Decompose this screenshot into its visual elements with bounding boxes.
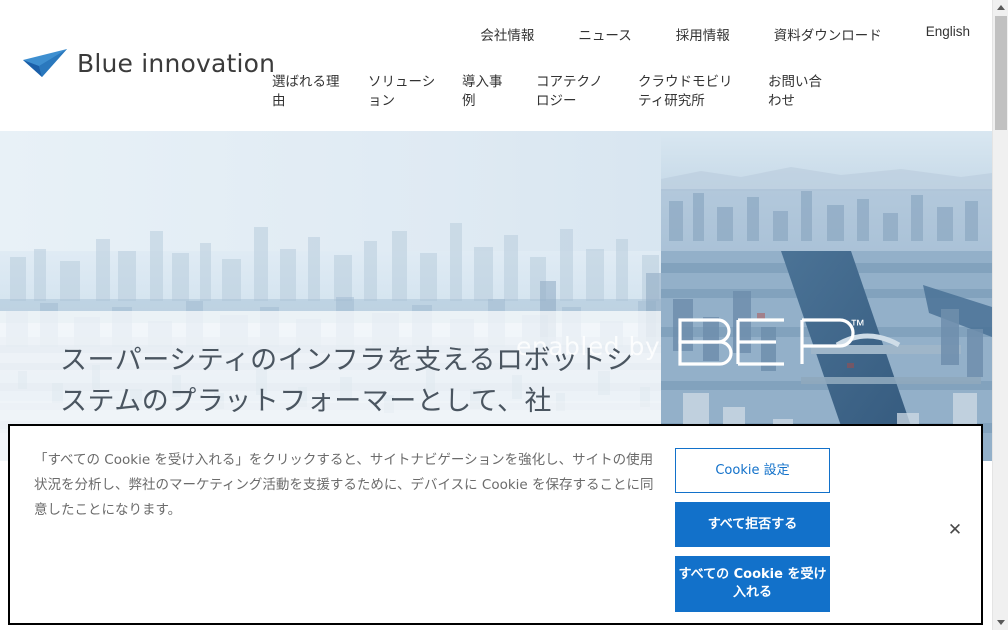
- main-nav-item-solutions[interactable]: ソリューション: [368, 72, 438, 110]
- utility-nav: 会社情報 ニュース 採用情報 資料ダウンロード English: [480, 24, 970, 44]
- paper-plane-logo-icon: [23, 49, 67, 77]
- main-nav-item-why-us[interactable]: 選ばれる理由: [272, 72, 344, 110]
- triangle-up-icon: [996, 5, 1005, 10]
- vertical-scrollbar[interactable]: [992, 0, 1008, 630]
- hero-headline: スーパーシティのインフラを支えるロボットシステムのプラットフォーマーとして、社: [60, 345, 634, 417]
- brand-name: Blue innovation: [77, 48, 276, 78]
- utility-nav-item-english[interactable]: English: [926, 24, 970, 39]
- cookie-settings-button[interactable]: Cookie 設定: [675, 448, 830, 493]
- browser-page: Blue innovation 会社情報 ニュース 採用情報 資料ダウンロード …: [0, 0, 1008, 630]
- utility-nav-item-company[interactable]: 会社情報: [480, 24, 534, 44]
- site-logo[interactable]: Blue innovation: [22, 46, 275, 80]
- close-icon[interactable]: ✕: [944, 518, 966, 540]
- hero-aerial-photo: [661, 131, 992, 461]
- cookie-consent-banner: 「すべての Cookie を受け入れる」をクリックすると、サイトナビゲーションを…: [8, 424, 983, 625]
- bep-wordmark-icon: ™: [678, 317, 865, 366]
- main-nav-item-core-technology[interactable]: コアテクノロジー: [536, 72, 614, 110]
- cookie-accept-all-button[interactable]: すべての Cookie を受け入れる: [675, 556, 830, 612]
- main-nav: 選ばれる理由 ソリューション 導入事例 コアテクノロジー クラウドモビリティ研究…: [272, 72, 972, 110]
- triangle-down-icon: [996, 620, 1005, 625]
- cookie-reject-all-button[interactable]: すべて拒否する: [675, 502, 830, 547]
- main-nav-item-contact[interactable]: お問い合わせ: [768, 72, 826, 110]
- main-nav-item-cloud-mobility-lab[interactable]: クラウドモビリティ研究所: [638, 72, 744, 110]
- cookie-consent-message: 「すべての Cookie を受け入れる」をクリックすると、サイトナビゲーションを…: [34, 452, 654, 518]
- page-viewport: Blue innovation 会社情報 ニュース 採用情報 資料ダウンロード …: [0, 0, 992, 630]
- utility-nav-item-downloads[interactable]: 資料ダウンロード: [774, 24, 882, 44]
- scrollbar-thumb[interactable]: [995, 16, 1007, 130]
- site-header: Blue innovation 会社情報 ニュース 採用情報 資料ダウンロード …: [0, 0, 992, 131]
- cookie-button-group: Cookie 設定 すべて拒否する すべての Cookie を受け入れる: [675, 448, 835, 612]
- utility-nav-item-news[interactable]: ニュース: [578, 24, 631, 44]
- scroll-down-arrow-icon[interactable]: [993, 615, 1008, 630]
- hero-section: enabled by ™ スーパーシティのインフラを支えるロボットシステムのプラ…: [0, 131, 992, 461]
- scroll-up-arrow-icon[interactable]: [993, 0, 1008, 15]
- main-nav-item-case-studies[interactable]: 導入事例: [462, 72, 512, 110]
- bep-trademark-symbol: ™: [850, 317, 865, 334]
- utility-nav-item-recruit[interactable]: 採用情報: [676, 24, 730, 44]
